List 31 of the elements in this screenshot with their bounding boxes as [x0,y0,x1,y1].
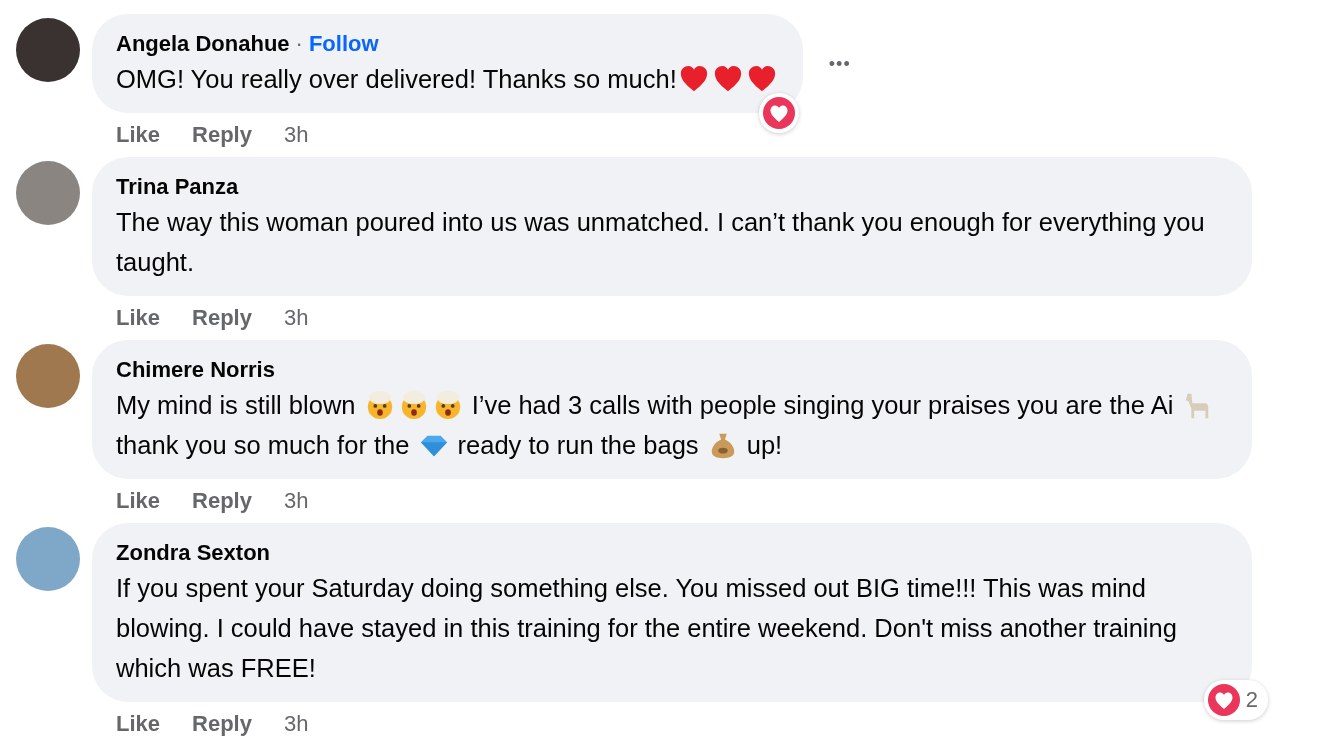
heart-emoji-icon [746,64,777,94]
comment-action-link[interactable]: Like [116,711,161,737]
comment-text: If you spent your Saturday doing something else. You missed out BIG time!!! This was mind blowing. I could have stayed in this training for the entire weekend. Don't miss another training which was FREE! [116,573,1178,684]
heart-reaction-icon [1207,684,1240,716]
comment-time[interactable]: 3h [283,122,309,148]
more-options-button[interactable]: ••• [828,54,851,75]
comment-action-link[interactable]: Reply [192,711,252,737]
comment-text: OMG! You really over delivered! Thanks so much! [116,59,779,99]
follow-link[interactable]: Follow [308,29,379,59]
heart-reaction-icon [762,97,795,129]
reaction-count: 2 [1245,687,1258,713]
comment-time[interactable]: 3h [283,488,309,514]
comment-action-link[interactable]: Like [116,488,161,514]
comment-action-link[interactable]: Like [116,305,161,331]
author-name[interactable]: Angela Donahue [116,29,290,59]
comment-action-link[interactable]: Reply [192,488,252,514]
comment-time[interactable]: 3h [283,305,309,331]
comment-action-link[interactable]: Reply [192,122,252,148]
comment-action-link[interactable]: Like [116,122,161,148]
separator-dot: · [295,30,303,58]
author-name[interactable]: Zondra Sexton [116,538,270,568]
comment-text: My mind is still blown I’ve had 3 calls with people singing your praises you are the Ai thank you so much for the ready to run the bags up! [116,385,1228,465]
comment-action-link[interactable]: Reply [192,305,252,331]
heart-emoji-icon [712,64,743,94]
comment-time[interactable]: 3h [283,711,309,737]
author-name[interactable]: Chimere Norris [116,355,275,385]
author-name[interactable]: Trina Panza [116,172,239,202]
comment-text: The way this woman poured into us was unmatched. I can’t thank you enough for everything you taught. [116,207,1206,278]
reaction-badge[interactable]: 2 [1203,680,1268,720]
heart-emoji-icon [678,64,709,94]
reaction-badge[interactable] [758,93,799,133]
